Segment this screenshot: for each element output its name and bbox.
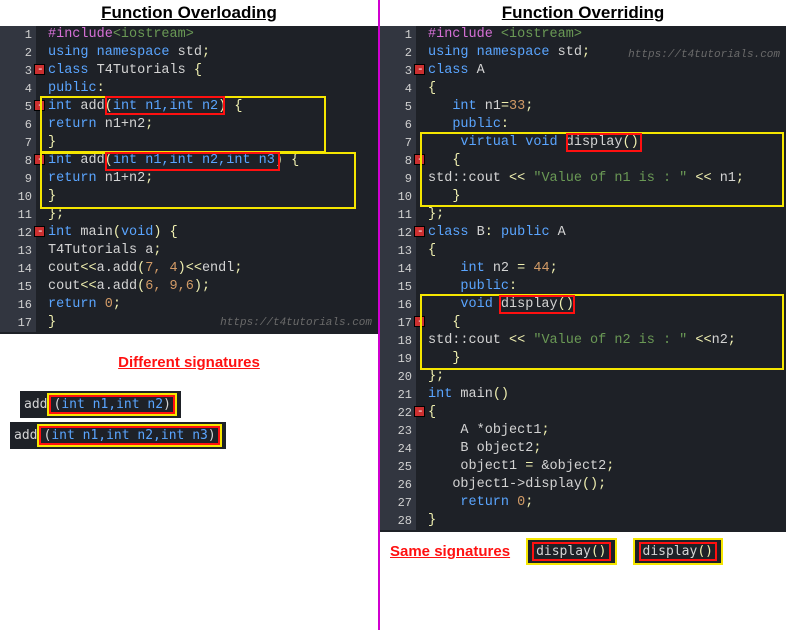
fold-icon (414, 316, 425, 327)
signature-chip: display() (526, 538, 616, 565)
signature-chip: add(int n1,int n2) (20, 391, 378, 418)
line-gutter: 123 4567 8 9101112 13141516 17 18192021 … (380, 26, 416, 530)
fold-icon (414, 226, 425, 237)
signature-chip: display() (633, 538, 723, 565)
left-code-block: https://t4tutorials.com 123 45 678 91011… (0, 26, 378, 334)
left-title: Function Overloading (0, 0, 378, 26)
right-caption: Same signatures (390, 543, 510, 560)
right-title: Function Overriding (380, 0, 786, 26)
right-code-block: https://t4tutorials.com 123 4567 8 91011… (380, 26, 786, 532)
signature-chip: add(int n1,int n2,int n3) (10, 422, 378, 449)
fold-icon (414, 154, 425, 165)
line-gutter: 123 45 678 9101112 1314151617 (0, 26, 36, 332)
fold-icon (34, 154, 45, 165)
fold-icon (34, 64, 45, 75)
fold-icon (414, 64, 425, 75)
left-caption: Different signatures (118, 354, 260, 371)
code-lines: #include <iostream> using namespace std;… (428, 26, 786, 530)
fold-icon (34, 100, 45, 111)
right-column: Function Overriding https://t4tutorials.… (378, 0, 786, 630)
fold-icon (414, 406, 425, 417)
code-lines: #include<iostream> using namespace std; … (48, 26, 378, 332)
left-column: Function Overloading https://t4tutorials… (0, 0, 378, 630)
right-bottom-row: Same signatures display() display() (380, 532, 786, 571)
fold-icon (34, 226, 45, 237)
